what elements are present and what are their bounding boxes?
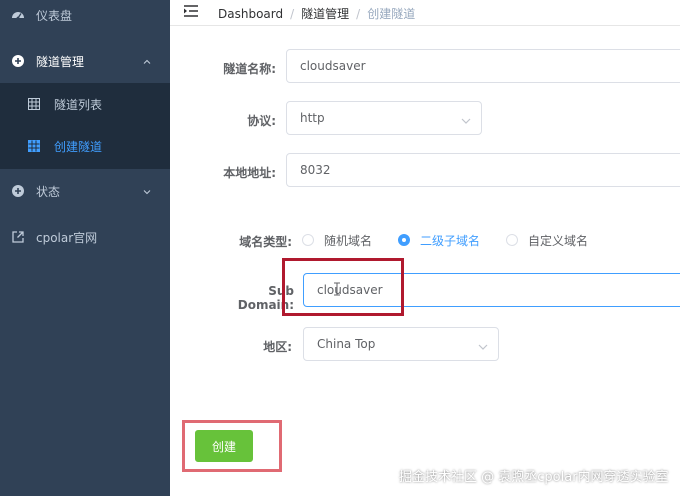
radio-circle[interactable]	[302, 234, 314, 246]
sidebar-item-label: 创建隧道	[54, 139, 103, 154]
top-header: Dashboard / 隧道管理 / 创建隧道	[170, 0, 680, 26]
table-icon	[28, 98, 40, 110]
text-cursor-icon	[333, 282, 341, 296]
region-value: China Top	[317, 337, 376, 351]
chevron-up-icon	[142, 56, 152, 66]
create-button[interactable]: 创建	[195, 430, 253, 462]
hamburger-icon[interactable]	[184, 5, 198, 17]
sidebar-item-label: 状态	[36, 184, 61, 199]
tunnel-name-label: 隧道名称:	[223, 62, 276, 76]
domain-type-radio-group: 随机域名 二级子域名 自定义域名	[302, 232, 614, 248]
sub-domain-input[interactable]: cloudsaver	[303, 273, 680, 307]
radio-circle[interactable]	[506, 234, 519, 246]
breadcrumb-separator: /	[290, 6, 295, 21]
submenu: 隧道列表 创建隧道	[0, 83, 170, 169]
plus-circle-icon	[11, 54, 25, 68]
sidebar-item-create-tunnel[interactable]: 创建隧道	[0, 125, 170, 167]
chevron-down-icon	[478, 340, 488, 350]
domain-type-label: 域名类型:	[239, 235, 292, 249]
protocol-select[interactable]: http	[286, 101, 482, 135]
breadcrumb-item-dashboard[interactable]: Dashboard	[218, 7, 283, 21]
region-select[interactable]: China Top	[303, 327, 499, 361]
plus-circle-icon	[11, 184, 25, 198]
breadcrumb: Dashboard / 隧道管理 / 创建隧道	[218, 5, 415, 22]
sidebar-item-label: 隧道管理	[36, 54, 85, 69]
protocol-value: http	[300, 111, 325, 125]
protocol-label: 协议:	[247, 114, 276, 128]
local-address-input[interactable]: 8032	[286, 153, 680, 187]
sidebar-item-tunnel-management[interactable]: 隧道管理	[0, 39, 170, 83]
sub-domain-label: Sub Domain:	[237, 284, 294, 312]
external-link-icon	[11, 230, 25, 244]
sidebar-item-tunnel-list[interactable]: 隧道列表	[0, 83, 170, 125]
radio-label: 二级子域名	[420, 233, 481, 248]
breadcrumb-item-tunnel-management[interactable]: 隧道管理	[301, 5, 349, 22]
radio-label: 随机域名	[324, 233, 373, 248]
sidebar-item-label: 隧道列表	[54, 97, 103, 112]
dashboard-icon	[11, 8, 25, 22]
breadcrumb-separator: /	[356, 6, 361, 21]
region-label: 地区:	[263, 340, 292, 354]
table-icon	[28, 140, 40, 152]
chevron-down-icon	[142, 186, 152, 196]
sidebar-item-status[interactable]: 状态	[0, 169, 170, 213]
sidebar-item-dashboard[interactable]: 仪表盘	[0, 0, 170, 37]
chevron-down-icon	[461, 114, 471, 124]
local-address-value: 8032	[300, 163, 331, 177]
radio-random-domain[interactable]: 随机域名	[302, 232, 372, 249]
sidebar: 仪表盘 隧道管理 隧道列表 创建隧道 状态 cpolar官网	[0, 0, 170, 496]
radio-subdomain[interactable]: 二级子域名	[398, 232, 480, 249]
sidebar-item-label: cpolar官网	[36, 230, 98, 245]
local-address-label: 本地地址:	[223, 166, 276, 180]
sidebar-item-label: 仪表盘	[36, 8, 73, 23]
tunnel-name-input[interactable]: cloudsaver	[286, 49, 680, 83]
sub-domain-value: cloudsaver	[317, 283, 383, 297]
radio-custom-domain[interactable]: 自定义域名	[506, 232, 588, 249]
tunnel-name-value: cloudsaver	[300, 59, 366, 73]
watermark: 掘金技术社区 @ 袁煦丞cpolar内网穿透实验室	[399, 470, 669, 485]
breadcrumb-item-create-tunnel: 创建隧道	[367, 7, 416, 21]
radio-label: 自定义域名	[528, 233, 589, 248]
sidebar-item-cpolar-website[interactable]: cpolar官网	[0, 215, 170, 259]
radio-circle[interactable]	[398, 234, 411, 246]
